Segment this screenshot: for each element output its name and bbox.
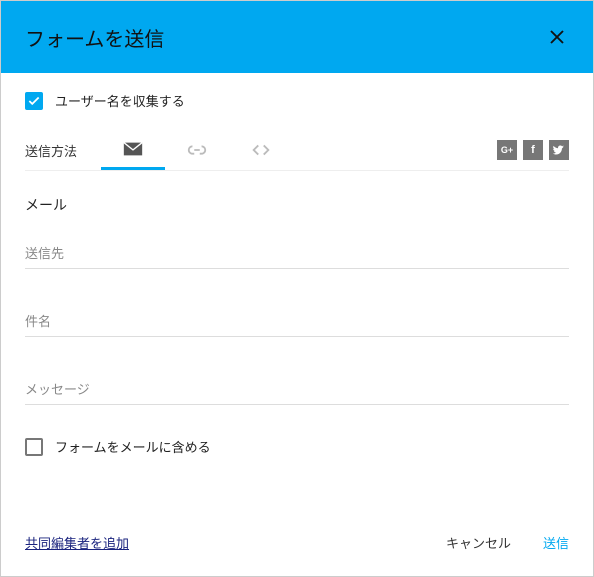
share-facebook-button[interactable]: f	[523, 140, 543, 160]
add-collaborator-link[interactable]: 共同編集者を追加	[25, 533, 129, 552]
to-field[interactable]: 送信先	[25, 243, 569, 269]
tab-embed[interactable]	[229, 130, 293, 170]
twitter-icon	[553, 144, 565, 156]
social-share: G+ f	[497, 140, 569, 160]
collect-username-row: ユーザー名を収集する	[25, 91, 569, 110]
mail-icon	[122, 138, 144, 160]
message-label: メッセージ	[25, 379, 569, 405]
code-icon	[250, 139, 272, 161]
email-section-title: メール	[25, 195, 569, 215]
collect-username-label: ユーザー名を収集する	[55, 91, 185, 110]
message-field[interactable]: メッセージ	[25, 379, 569, 405]
tab-email[interactable]	[101, 130, 165, 170]
include-form-row: フォームをメールに含める	[25, 437, 569, 456]
link-icon	[186, 139, 208, 161]
include-form-label: フォームをメールに含める	[55, 437, 211, 456]
check-icon	[27, 94, 41, 108]
cancel-button[interactable]: キャンセル	[446, 533, 511, 552]
tab-link[interactable]	[165, 130, 229, 170]
dialog-header: フォームを送信	[1, 1, 593, 73]
close-icon	[548, 28, 566, 46]
dialog-footer: 共同編集者を追加 キャンセル 送信	[1, 509, 593, 576]
share-googleplus-button[interactable]: G+	[497, 140, 517, 160]
subject-field[interactable]: 件名	[25, 311, 569, 337]
send-button[interactable]: 送信	[543, 533, 569, 552]
share-twitter-button[interactable]	[549, 140, 569, 160]
to-label: 送信先	[25, 243, 569, 269]
dialog-title: フォームを送信	[25, 23, 164, 52]
collect-username-checkbox[interactable]	[25, 92, 43, 110]
send-method-tabs: 送信方法 G+ f	[25, 130, 569, 171]
send-method-label: 送信方法	[25, 141, 77, 160]
subject-label: 件名	[25, 311, 569, 337]
include-form-checkbox[interactable]	[25, 438, 43, 456]
close-button[interactable]	[545, 25, 569, 49]
